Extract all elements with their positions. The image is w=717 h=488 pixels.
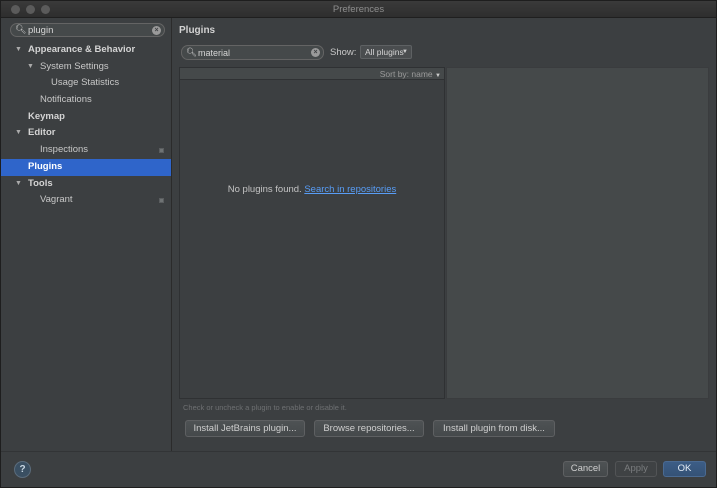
plugins-page: Plugins 🔍︎ material × Show: All plugins … bbox=[173, 18, 716, 451]
tree-item-editor[interactable]: ▼ Editor bbox=[1, 125, 171, 142]
plugin-search-input[interactable]: 🔍︎ material × bbox=[181, 45, 324, 60]
project-settings-icon bbox=[159, 148, 164, 154]
tree-item-label: Tools bbox=[28, 177, 53, 189]
tree-item-label: Inspections bbox=[40, 144, 89, 156]
hint-text: Check or uncheck a plugin to enable or d… bbox=[183, 403, 347, 412]
expand-arrow-icon[interactable]: ▼ bbox=[27, 59, 34, 76]
search-repositories-link[interactable]: Search in repositories bbox=[304, 184, 396, 195]
dropdown-caret-icon: ▼ bbox=[402, 49, 408, 55]
tree-item-label: Keymap bbox=[28, 110, 65, 122]
tree-item-label: Plugins bbox=[28, 160, 63, 172]
tree-item-notifications[interactable]: Notifications bbox=[1, 92, 171, 109]
tree-item-usage-statistics[interactable]: Usage Statistics bbox=[1, 75, 171, 92]
cancel-button[interactable]: Cancel bbox=[563, 461, 608, 477]
title-bar: Preferences bbox=[1, 1, 716, 18]
tree-item-label: Notifications bbox=[40, 94, 92, 106]
search-icon: 🔍︎ bbox=[186, 47, 197, 57]
tree-item-keymap[interactable]: Keymap bbox=[1, 109, 171, 126]
tree-item-label: Editor bbox=[28, 127, 56, 139]
tree-item-appearance-behavior[interactable]: ▼ Appearance & Behavior bbox=[1, 42, 171, 59]
install-jetbrains-plugin-button[interactable]: Install JetBrains plugin... bbox=[185, 420, 305, 437]
sort-bar: Sort by: name ▼ bbox=[180, 68, 444, 80]
tree-item-tools[interactable]: ▼ Tools bbox=[1, 176, 171, 193]
tree-item-system-settings[interactable]: ▼ System Settings bbox=[1, 59, 171, 76]
no-plugins-text: No plugins found. bbox=[227, 184, 302, 195]
clear-search-icon[interactable]: × bbox=[152, 26, 161, 35]
ok-button[interactable]: OK bbox=[663, 461, 706, 477]
expand-arrow-icon[interactable]: ▼ bbox=[15, 176, 22, 193]
tree-item-vagrant[interactable]: Vagrant bbox=[1, 192, 171, 209]
settings-tree: ▼ Appearance & Behavior ▼ System Setting… bbox=[1, 42, 171, 209]
tree-item-label: Appearance & Behavior bbox=[28, 44, 136, 55]
sort-by-label: Sort by: name bbox=[379, 69, 433, 79]
empty-list-message: No plugins found. Search in repositories bbox=[180, 184, 444, 195]
show-filter-label: Show: bbox=[330, 47, 357, 58]
browse-repositories-button[interactable]: Browse repositories... bbox=[314, 420, 424, 437]
tree-item-label: System Settings bbox=[40, 60, 109, 72]
settings-search-value: plugin bbox=[28, 25, 54, 36]
project-settings-icon bbox=[159, 198, 164, 204]
apply-button[interactable]: Apply bbox=[615, 461, 657, 477]
plugin-details-panel bbox=[446, 67, 709, 399]
settings-search-input[interactable]: 🔍︎ plugin × bbox=[10, 23, 165, 37]
dialog-footer: ? Cancel Apply OK bbox=[1, 451, 716, 487]
tree-item-label: Usage Statistics bbox=[51, 77, 120, 89]
search-icon: 🔍︎ bbox=[15, 24, 27, 34]
page-title: Plugins bbox=[179, 25, 216, 36]
install-plugin-from-disk-button[interactable]: Install plugin from disk... bbox=[433, 420, 555, 437]
expand-arrow-icon[interactable]: ▼ bbox=[15, 42, 22, 59]
preferences-window: Preferences 🔍︎ plugin × ▼ Appearance & B… bbox=[0, 0, 717, 488]
tree-item-plugins[interactable]: Plugins bbox=[1, 158, 171, 176]
window-title: Preferences bbox=[332, 4, 385, 15]
expand-arrow-icon[interactable]: ▼ bbox=[15, 125, 22, 142]
tree-item-inspections[interactable]: Inspections bbox=[1, 142, 171, 159]
settings-sidebar: 🔍︎ plugin × ▼ Appearance & Behavior ▼ Sy… bbox=[1, 18, 172, 451]
sort-by-dropdown[interactable]: Sort by: name ▼ bbox=[380, 69, 441, 79]
plugin-list[interactable]: Sort by: name ▼ No plugins found. Search… bbox=[179, 67, 445, 399]
help-icon[interactable]: ? bbox=[14, 461, 31, 478]
dropdown-caret-icon: ▼ bbox=[435, 73, 441, 79]
plugin-search-value: material bbox=[198, 48, 231, 58]
show-filter-dropdown[interactable]: All plugins ▼ bbox=[360, 45, 412, 59]
tree-item-label: Vagrant bbox=[40, 194, 73, 206]
show-filter-value: All plugins bbox=[365, 47, 404, 57]
clear-search-icon[interactable]: × bbox=[311, 48, 320, 57]
